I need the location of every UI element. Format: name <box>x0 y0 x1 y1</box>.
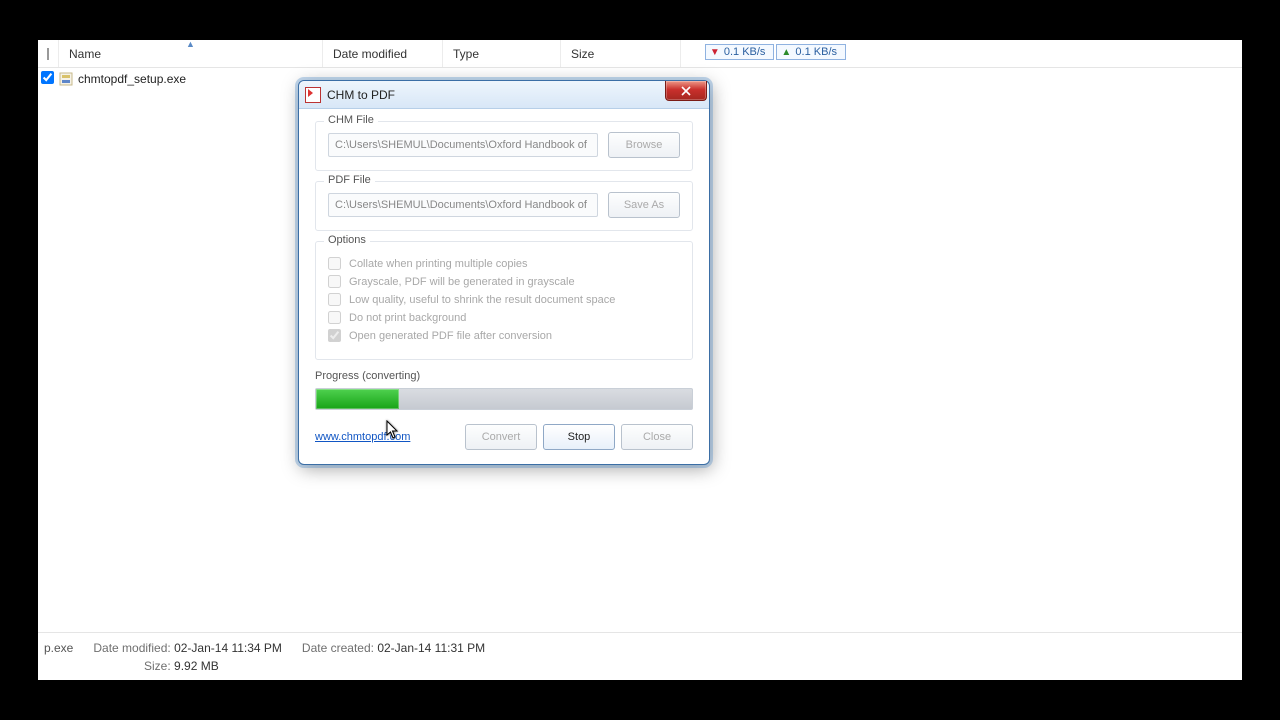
stop-button[interactable]: Stop <box>543 424 615 450</box>
column-date-modified[interactable]: Date modified <box>323 40 443 67</box>
close-button[interactable] <box>665 81 707 101</box>
chm-file-group: CHM File Browse <box>315 121 693 171</box>
installer-icon <box>58 71 74 87</box>
file-list-header: ▲ Name Date modified Type Size <box>38 40 1242 68</box>
upload-speed-badge: ▲ 0.1 KB/s <box>776 44 846 60</box>
upload-speed: 0.1 KB/s <box>795 46 837 58</box>
file-row-name: chmtopdf_setup.exe <box>78 72 186 86</box>
option-no-background: Do not print background <box>328 311 680 324</box>
close-dialog-button: Close <box>621 424 693 450</box>
sort-asc-icon: ▲ <box>186 39 195 49</box>
progress-bar <box>315 388 693 410</box>
column-checkbox[interactable] <box>38 40 59 67</box>
column-type[interactable]: Type <box>443 40 561 67</box>
network-speed-indicator: ▼ 0.1 KB/s ▲ 0.1 KB/s <box>705 44 846 60</box>
status-size-label: Size: <box>144 659 171 673</box>
status-date-created: 02-Jan-14 11:31 PM <box>377 641 485 655</box>
option-low-quality: Low quality, useful to shrink the result… <box>328 293 680 306</box>
option-collate: Collate when printing multiple copies <box>328 257 680 270</box>
status-bar: p.exe Date modified: 02-Jan-14 11:34 PM … <box>38 632 1242 680</box>
select-all-checkbox[interactable] <box>47 48 49 60</box>
column-date-label: Date modified <box>333 47 407 61</box>
pdf-file-label: PDF File <box>324 174 375 186</box>
status-size: 9.92 MB <box>174 659 219 673</box>
column-type-label: Type <box>453 47 479 61</box>
option-grayscale-checkbox <box>328 275 341 288</box>
save-as-button: Save As <box>608 192 680 218</box>
options-label: Options <box>324 234 370 246</box>
mouse-cursor-icon <box>386 420 400 440</box>
pdf-file-group: PDF File Save As <box>315 181 693 231</box>
column-name[interactable]: ▲ Name <box>59 40 323 67</box>
progress-fill <box>316 389 399 409</box>
status-date-modified-label: Date modified: <box>93 641 170 655</box>
chm-to-pdf-dialog: CHM to PDF CHM File Browse PDF File Save… <box>298 80 710 465</box>
option-grayscale: Grayscale, PDF will be generated in gray… <box>328 275 680 288</box>
dialog-titlebar[interactable]: CHM to PDF <box>299 81 709 109</box>
download-speed-badge: ▼ 0.1 KB/s <box>705 44 775 60</box>
close-icon <box>681 86 691 96</box>
option-open-after-checkbox <box>328 329 341 342</box>
upload-arrow-icon: ▲ <box>781 47 791 58</box>
option-collate-checkbox <box>328 257 341 270</box>
option-low-quality-checkbox <box>328 293 341 306</box>
option-no-background-checkbox <box>328 311 341 324</box>
status-date-modified: 02-Jan-14 11:34 PM <box>174 641 282 655</box>
column-size[interactable]: Size <box>561 40 681 67</box>
progress-label: Progress (converting) <box>315 370 693 382</box>
options-group: Options Collate when printing multiple c… <box>315 241 693 360</box>
chm-file-input[interactable] <box>328 133 598 157</box>
status-date-created-label: Date created: <box>302 641 374 655</box>
browse-button: Browse <box>608 132 680 158</box>
chm-file-label: CHM File <box>324 114 378 126</box>
status-filename: p.exe <box>44 641 73 655</box>
option-open-after: Open generated PDF file after conversion <box>328 329 680 342</box>
dialog-title: CHM to PDF <box>327 88 395 102</box>
pdf-file-input[interactable] <box>328 193 598 217</box>
app-icon <box>305 87 321 103</box>
column-name-label: Name <box>69 47 101 61</box>
column-size-label: Size <box>571 47 594 61</box>
download-speed: 0.1 KB/s <box>724 46 766 58</box>
convert-button: Convert <box>465 424 537 450</box>
download-arrow-icon: ▼ <box>710 47 720 58</box>
file-row-checkbox[interactable] <box>41 71 54 84</box>
